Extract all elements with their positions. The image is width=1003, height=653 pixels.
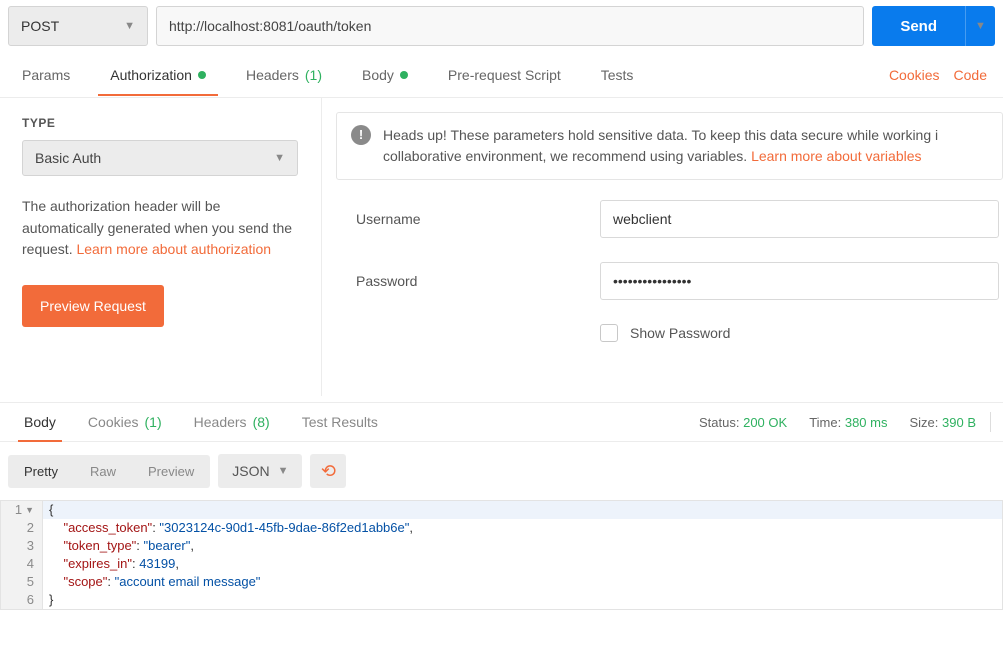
- chevron-down-icon: ▼: [278, 465, 289, 477]
- code-link[interactable]: Code: [954, 67, 987, 83]
- view-raw[interactable]: Raw: [74, 455, 132, 488]
- format-select[interactable]: JSON ▼: [218, 454, 302, 488]
- tab-authorization-label: Authorization: [110, 67, 192, 83]
- preview-request-button[interactable]: Preview Request: [22, 285, 164, 327]
- password-input[interactable]: [600, 262, 999, 300]
- auth-type-value: Basic Auth: [35, 150, 101, 166]
- response-tab-cookies[interactable]: Cookies (1): [84, 403, 166, 441]
- show-password-checkbox[interactable]: [600, 324, 618, 342]
- response-tab-headers[interactable]: Headers (8): [190, 403, 274, 441]
- auth-type-heading: TYPE: [22, 116, 299, 130]
- http-method-select[interactable]: POST ▼: [8, 6, 148, 46]
- username-label: Username: [356, 211, 600, 227]
- response-status-summary: Status: 200 OK Time: 380 ms Size: 390 B: [699, 415, 976, 430]
- chevron-down-icon: ▼: [975, 20, 986, 32]
- view-pretty[interactable]: Pretty: [8, 455, 74, 488]
- active-dot-icon: [198, 71, 206, 79]
- chevron-down-icon: ▼: [124, 20, 135, 32]
- info-icon: !: [351, 125, 371, 145]
- cookies-link[interactable]: Cookies: [889, 67, 940, 83]
- view-mode-group: Pretty Raw Preview: [8, 455, 210, 488]
- sensitive-data-notice: ! Heads up! These parameters hold sensit…: [336, 112, 1003, 180]
- response-tab-test-results[interactable]: Test Results: [298, 403, 382, 441]
- response-body-editor[interactable]: 1▼ { 2 "access_token": "3023124c-90d1-45…: [0, 500, 1003, 610]
- chevron-down-icon: ▼: [274, 152, 285, 164]
- show-password-label: Show Password: [630, 325, 730, 341]
- tab-headers-label: Headers: [246, 67, 299, 83]
- tab-pre-request-script[interactable]: Pre-request Script: [442, 55, 567, 95]
- response-tab-body[interactable]: Body: [20, 403, 60, 441]
- username-input[interactable]: [600, 200, 999, 238]
- url-input[interactable]: [156, 6, 864, 46]
- password-label: Password: [356, 273, 600, 289]
- auth-help-text: The authorization header will be automat…: [22, 196, 299, 261]
- auth-type-select[interactable]: Basic Auth ▼: [22, 140, 298, 176]
- tab-body-label: Body: [362, 67, 394, 83]
- wrap-lines-button[interactable]: ⟲: [310, 454, 346, 488]
- tab-body[interactable]: Body: [356, 55, 414, 95]
- separator: [990, 412, 991, 432]
- wrap-icon: ⟲: [321, 461, 336, 482]
- http-method-value: POST: [21, 18, 59, 34]
- tab-authorization[interactable]: Authorization: [104, 55, 212, 95]
- tab-tests[interactable]: Tests: [595, 55, 640, 95]
- send-button[interactable]: Send: [872, 6, 965, 46]
- learn-more-variables-link[interactable]: Learn more about variables: [751, 148, 921, 164]
- tab-params[interactable]: Params: [16, 55, 76, 95]
- learn-more-auth-link[interactable]: Learn more about authorization: [76, 241, 271, 257]
- view-preview[interactable]: Preview: [132, 455, 210, 488]
- tab-headers-count: (1): [305, 67, 322, 83]
- send-options-button[interactable]: ▼: [965, 6, 995, 46]
- active-dot-icon: [400, 71, 408, 79]
- tab-headers[interactable]: Headers (1): [240, 55, 328, 95]
